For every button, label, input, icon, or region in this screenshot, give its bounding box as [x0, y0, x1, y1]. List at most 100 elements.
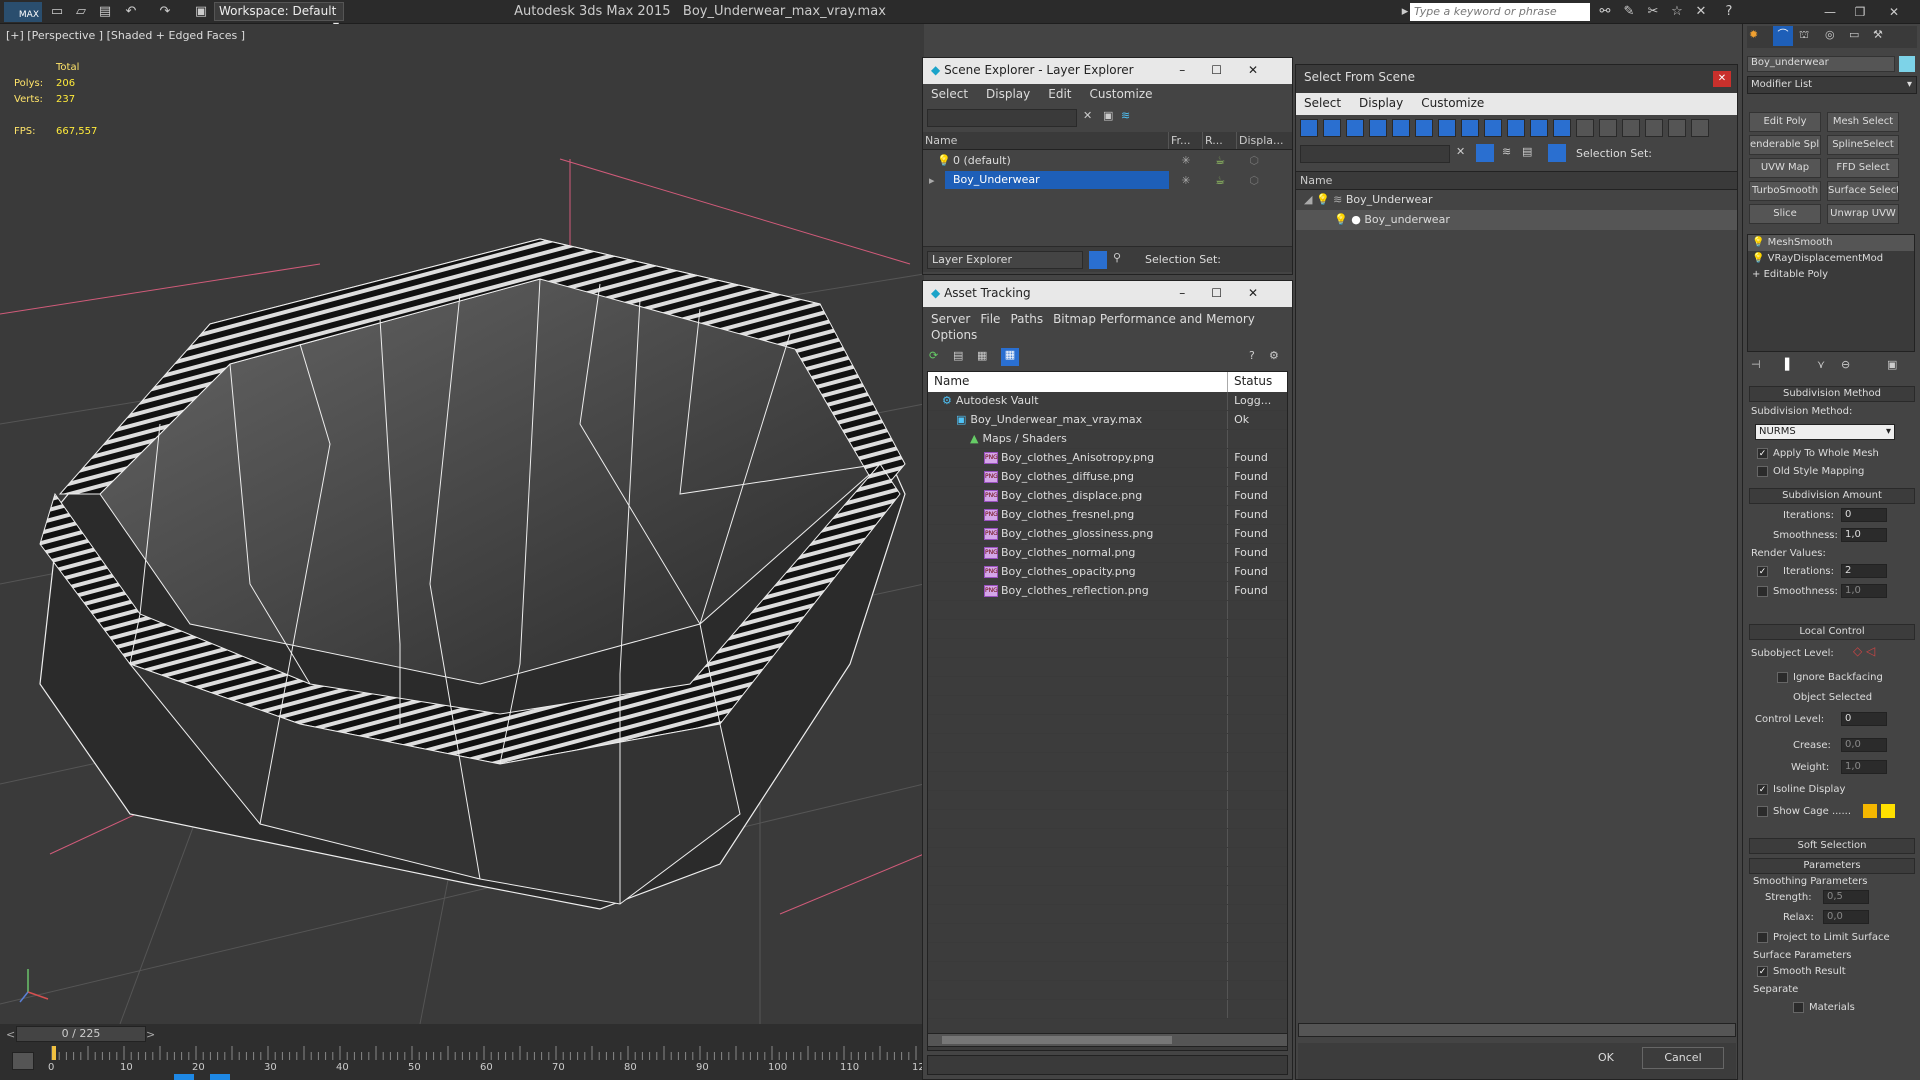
menu-display[interactable]: Display — [1359, 96, 1403, 110]
menu-select[interactable]: Select — [931, 87, 968, 101]
menu-customize[interactable]: Customize — [1421, 96, 1484, 110]
scrollbar-thumb[interactable] — [942, 1036, 1172, 1044]
modifier-button[interactable]: Mesh Select — [1827, 112, 1899, 132]
asset-row[interactable]: PNG Boy_clothes_Anisotropy.png Found — [928, 449, 1287, 468]
subdivision-method-rollout[interactable]: Subdivision Method — [1749, 386, 1915, 402]
lightbulb-icon[interactable]: 💡 — [923, 154, 951, 167]
expand-icon[interactable]: + — [1752, 269, 1760, 280]
expand-arrow-icon[interactable]: ▸ — [923, 174, 945, 187]
strength-spinner[interactable]: 0,5 — [1823, 890, 1869, 904]
show-end-result-icon[interactable]: ▌ — [1785, 358, 1793, 371]
select-from-scene-titlebar[interactable]: Select From Scene ✕ — [1296, 65, 1737, 93]
display-filter-icon[interactable] — [1300, 119, 1318, 137]
motion-tab-icon[interactable]: ◎ — [1825, 28, 1835, 41]
perspective-viewport[interactable]: [+] [Perspective ] [Shaded + Edged Faces… — [0, 24, 924, 1024]
modify-tab-icon[interactable]: ⌒ — [1773, 26, 1793, 46]
window-controls[interactable]: –☐✕ — [1179, 63, 1284, 77]
render-iterations-checkbox[interactable]: ✓ — [1757, 566, 1768, 577]
menu-options[interactable]: Options — [931, 328, 977, 342]
prev-frame-icon[interactable]: < — [6, 1028, 15, 1041]
tree-node-layer[interactable]: ◢ 💡 ≋ Boy_Underwear — [1296, 190, 1737, 210]
asset-row[interactable]: PNG Boy_clothes_fresnel.png Found — [928, 506, 1287, 525]
viewport-label[interactable]: [+] [Perspective ] [Shaded + Edged Faces… — [6, 29, 245, 42]
binoculars-icon[interactable]: ⚯ — [1596, 3, 1614, 21]
subscription-icon[interactable]: ✂ — [1644, 3, 1662, 21]
object-color-swatch[interactable] — [1899, 56, 1915, 72]
current-frame-marker[interactable] — [52, 1046, 56, 1060]
asset-row[interactable]: PNG Boy_clothes_reflection.png Found — [928, 582, 1287, 601]
explorer-type-dropdown[interactable]: Layer Explorer — [927, 251, 1083, 269]
relax-spinner[interactable]: 0,0 — [1823, 910, 1869, 924]
filter-icon[interactable]: ▣ — [1103, 109, 1113, 122]
tree-node-object[interactable]: 💡 ● Boy_underwear — [1296, 210, 1737, 230]
modifier-button[interactable]: TurboSmooth — [1749, 181, 1821, 201]
freeze-icon[interactable]: ✳ — [1169, 174, 1203, 187]
modifier-button[interactable]: Slice — [1749, 204, 1821, 224]
modifier-button[interactable]: Edit Poly — [1749, 112, 1821, 132]
display-filter-icon[interactable] — [1323, 119, 1341, 137]
control-level-spinner[interactable]: 0 — [1841, 712, 1887, 726]
asset-row[interactable]: ▲ Maps / Shaders — [928, 430, 1287, 449]
asset-tracking-titlebar[interactable]: ◆ Asset Tracking –☐✕ — [923, 281, 1292, 307]
menu-edit[interactable]: Edit — [1048, 87, 1071, 101]
lightbulb-icon[interactable]: 💡 — [1752, 253, 1764, 264]
layers-sort-icon[interactable]: ▤ — [1522, 145, 1532, 158]
find-input[interactable] — [927, 109, 1077, 127]
modifier-button[interactable]: enderable Spli — [1749, 135, 1821, 155]
underwear-mesh[interactable] — [39, 238, 906, 910]
layers-icon[interactable]: ≋ — [1121, 109, 1130, 122]
configure-sets-icon[interactable]: ▣ — [1887, 358, 1897, 371]
asset-row[interactable]: ⚙ Autodesk Vault Logg... — [928, 392, 1287, 411]
display-filter-icon[interactable] — [1507, 119, 1525, 137]
hierarchy-icon[interactable] — [1548, 144, 1566, 162]
close-icon[interactable]: ✕ — [1713, 71, 1731, 87]
menu-customize[interactable]: Customize — [1090, 87, 1153, 101]
render-smoothness-spinner[interactable]: 1,0 — [1841, 584, 1887, 598]
display-filter-icon[interactable] — [1691, 119, 1709, 137]
display-filter-icon[interactable] — [1668, 119, 1686, 137]
display-filter-icon[interactable] — [1484, 119, 1502, 137]
time-slider[interactable]: 0 / 225 — [16, 1026, 146, 1042]
cancel-button[interactable]: Cancel — [1642, 1047, 1724, 1069]
col-frozen[interactable]: Fr... — [1169, 132, 1203, 149]
iterations-spinner[interactable]: 0 — [1841, 508, 1887, 522]
make-unique-icon[interactable]: ⋎ — [1817, 358, 1825, 371]
display-filter-icon[interactable] — [1622, 119, 1640, 137]
render-teapot-icon[interactable]: ☕ — [1203, 174, 1237, 187]
modifier-button[interactable]: FFD Select — [1827, 158, 1899, 178]
object-name-field[interactable]: Boy_underwear — [1747, 56, 1895, 72]
refresh-icon[interactable]: ⟳ — [929, 349, 938, 362]
asset-horizontal-scrollbar[interactable] — [927, 1033, 1288, 1047]
exchange-icon[interactable]: ✕ — [1692, 3, 1710, 21]
utilities-tab-icon[interactable]: ⚒ — [1873, 28, 1883, 41]
lightbulb-icon[interactable]: 💡 — [1334, 213, 1348, 226]
apply-whole-mesh-checkbox[interactable]: ✓ — [1757, 448, 1768, 459]
layer-row[interactable]: ▸ Boy_Underwear ✳ ☕ ⬡ — [923, 170, 1292, 190]
soft-selection-rollout[interactable]: Soft Selection — [1749, 838, 1915, 854]
create-tab-icon[interactable]: ✹ — [1749, 28, 1758, 41]
favorites-star-icon[interactable]: ☆ — [1668, 3, 1686, 21]
display-tab-icon[interactable]: ▭ — [1849, 28, 1859, 41]
next-frame-icon[interactable]: > — [146, 1028, 155, 1041]
display-filter-icon[interactable] — [1645, 119, 1663, 137]
cage-color-swatch[interactable] — [1863, 804, 1877, 818]
old-style-mapping-checkbox[interactable] — [1757, 466, 1768, 477]
render-smoothness-checkbox[interactable] — [1757, 586, 1768, 597]
asset-row[interactable]: PNG Boy_clothes_glossiness.png Found — [928, 525, 1287, 544]
clear-icon[interactable]: ✕ — [1083, 109, 1092, 122]
cage-selection-color-swatch[interactable] — [1881, 804, 1895, 818]
keyword-search-input[interactable]: Type a keyword or phrase — [1410, 3, 1590, 21]
display-filter-icon[interactable] — [1438, 119, 1456, 137]
freeze-icon[interactable]: ✳ — [1169, 154, 1203, 167]
asset-path-field[interactable] — [927, 1055, 1288, 1075]
modifier-button[interactable]: Unwrap UVW — [1827, 204, 1899, 224]
render-teapot-icon[interactable]: ☕ — [1203, 154, 1237, 167]
scene-explorer-titlebar[interactable]: ◆ Scene Explorer - Layer Explorer –☐✕ — [923, 58, 1292, 84]
asset-row[interactable]: PNG Boy_clothes_diffuse.png Found — [928, 468, 1287, 487]
stack-item[interactable]: 💡 VRayDisplacementMod — [1748, 251, 1914, 267]
settings-help-icon[interactable]: ⚙ — [1269, 349, 1279, 362]
find-input[interactable] — [1300, 145, 1450, 163]
menu-paths[interactable]: Paths — [1010, 312, 1043, 326]
mini-curve-editor-icon[interactable] — [12, 1052, 34, 1070]
col-render[interactable]: R... — [1203, 132, 1237, 149]
